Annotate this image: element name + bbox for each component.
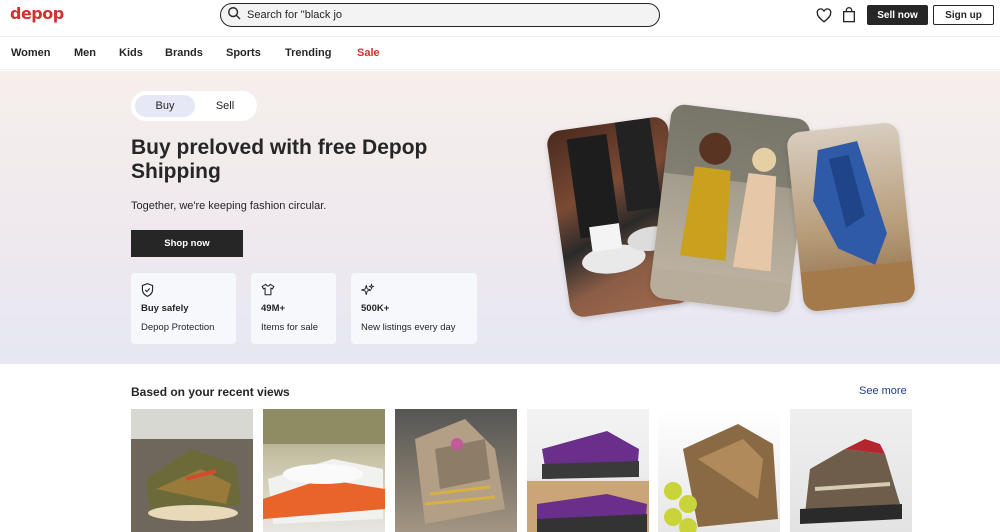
hero-subtitle: Together, we're keeping fashion circular…	[131, 200, 327, 212]
feature-card-listings: 500K+ New listings every day	[351, 273, 477, 344]
heart-icon[interactable]	[815, 6, 833, 24]
tshirt-icon	[261, 283, 275, 297]
hero-photo-blue-dress	[785, 121, 917, 313]
feature-card-buy-safely: Buy safely Depop Protection	[131, 273, 236, 344]
sell-now-button[interactable]: Sell now	[867, 5, 928, 25]
bag-icon[interactable]	[840, 6, 858, 24]
product-card[interactable]	[527, 409, 649, 532]
shop-now-button[interactable]: Shop now	[131, 230, 243, 257]
feature-card-title: 500K+	[361, 303, 390, 314]
sparkle-icon	[361, 283, 375, 297]
hero-title: Buy preloved with free Depop Shipping	[131, 136, 428, 183]
product-card[interactable]	[131, 409, 253, 532]
feature-card-title: 49M+	[261, 303, 286, 314]
product-card[interactable]	[658, 409, 780, 532]
product-card[interactable]	[263, 409, 385, 532]
category-nav: Women Men Kids Brands Sports Trending Sa…	[0, 36, 1000, 70]
nav-sale[interactable]: Sale	[357, 47, 380, 59]
nav-women[interactable]: Women	[11, 47, 51, 59]
nav-men[interactable]: Men	[74, 47, 96, 59]
nav-kids[interactable]: Kids	[119, 47, 143, 59]
feature-card-title: Buy safely	[141, 303, 189, 314]
search-icon	[227, 6, 241, 25]
buy-tab[interactable]: Buy	[135, 95, 195, 117]
search-bar[interactable]	[220, 3, 660, 27]
buy-sell-toggle: Buy Sell	[131, 91, 257, 121]
sell-tab[interactable]: Sell	[197, 95, 253, 117]
hero-photo-women	[648, 103, 812, 314]
see-more-link[interactable]: See more	[859, 385, 907, 397]
sign-up-button[interactable]: Sign up	[933, 5, 994, 25]
search-input[interactable]	[247, 9, 627, 21]
feature-card-desc: New listings every day	[361, 322, 456, 333]
product-card[interactable]	[395, 409, 517, 532]
feature-card-items: 49M+ Items for sale	[251, 273, 336, 344]
product-card[interactable]	[790, 409, 912, 532]
nav-brands[interactable]: Brands	[165, 47, 203, 59]
nav-sports[interactable]: Sports	[226, 47, 261, 59]
hero-banner: Buy Sell Buy preloved with free Depop Sh…	[0, 71, 1000, 364]
feature-card-desc: Depop Protection	[141, 322, 215, 333]
depop-logo[interactable]: depop	[10, 4, 64, 23]
top-header: depop Sell now Sign up	[0, 0, 1000, 30]
shield-icon	[141, 283, 155, 297]
feature-card-desc: Items for sale	[261, 322, 319, 333]
nav-trending[interactable]: Trending	[285, 47, 331, 59]
recent-views-title: Based on your recent views	[131, 385, 290, 399]
